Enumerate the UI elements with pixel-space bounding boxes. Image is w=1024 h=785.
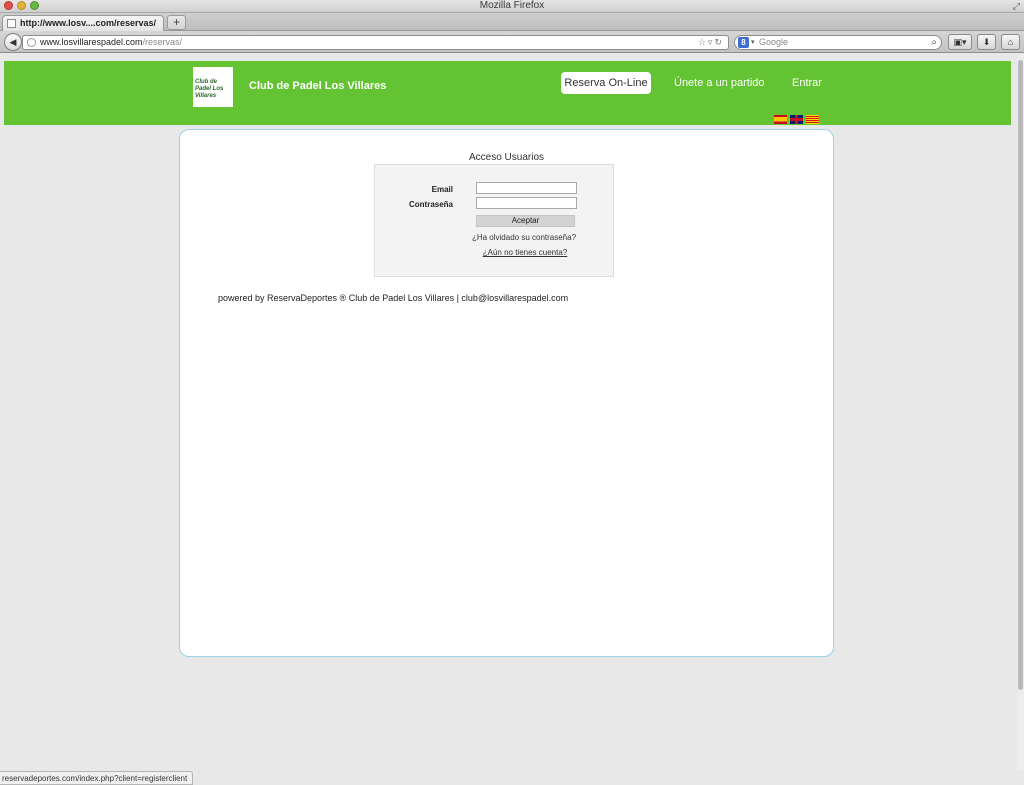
- password-field[interactable]: [476, 197, 577, 209]
- reload-icon[interactable]: ↻: [714, 37, 724, 47]
- register-link[interactable]: ¿Aún no tienes cuenta?: [375, 248, 613, 257]
- email-label: Email: [431, 185, 453, 194]
- nav-reserva-online[interactable]: Reserva On-Line: [561, 72, 651, 94]
- login-form: Email Contraseña Aceptar ¿Ha olvidado su…: [374, 164, 614, 277]
- accept-button[interactable]: Aceptar: [476, 215, 575, 227]
- window-title: Mozilla Firefox: [479, 0, 545, 11]
- new-tab-button[interactable]: +: [167, 15, 186, 30]
- home-button[interactable]: ⌂: [1001, 34, 1020, 50]
- site-name[interactable]: Club de Padel Los Villares: [249, 80, 386, 92]
- search-icon[interactable]: ⌕: [931, 36, 937, 49]
- nav-join-match[interactable]: Únete a un partido: [674, 76, 765, 90]
- bookmark-star-icon[interactable]: ☆: [698, 37, 708, 47]
- page-viewport: Club de Padel Los Villares Club de Padel…: [0, 54, 1017, 771]
- downloads-button[interactable]: ⬇: [977, 34, 996, 50]
- browser-tab[interactable]: http://www.losv....com/reservas/: [2, 15, 164, 31]
- google-engine-icon[interactable]: 8: [738, 37, 749, 48]
- scroll-thumb[interactable]: [1018, 60, 1023, 690]
- english-flag-icon[interactable]: [790, 115, 803, 124]
- login-title: Acceso Usuarios: [468, 152, 545, 163]
- nav-login[interactable]: Entrar: [792, 76, 822, 90]
- footer-text: powered by ReservaDeportes ® Club de Pad…: [218, 293, 569, 303]
- vertical-scrollbar[interactable]: [1017, 54, 1024, 771]
- navigation-toolbar: ◀ www.losvillarespadel.com/reservas/ ☆▿↻…: [0, 31, 1024, 53]
- tab-view-button[interactable]: ▣▾: [948, 34, 972, 50]
- bottom-strip: [193, 771, 1024, 785]
- url-text[interactable]: www.losvillarespadel.com/reservas/: [40, 36, 182, 49]
- home-icon: ⌂: [1007, 37, 1014, 47]
- engine-dropdown-icon[interactable]: ▾: [751, 36, 755, 49]
- url-bar[interactable]: www.losvillarespadel.com/reservas/ ☆▿↻: [22, 35, 729, 50]
- spanish-flag-icon[interactable]: [774, 115, 787, 124]
- catalan-flag-icon[interactable]: [806, 115, 819, 124]
- tab-view-icon: ▣▾: [953, 37, 967, 47]
- url-domain: www.losvillarespadel.com: [40, 37, 143, 47]
- content-card: Acceso Usuarios Email Contraseña Aceptar…: [179, 129, 834, 657]
- status-bar: reservadeportes.com/index.php?client=reg…: [0, 771, 193, 785]
- status-url: reservadeportes.com/index.php?client=reg…: [2, 774, 188, 783]
- forgot-password-link[interactable]: ¿Ha olvidado su contraseña?: [375, 233, 613, 242]
- globe-icon: [27, 38, 36, 47]
- logo-text: Club de Padel Los Villares: [195, 79, 224, 99]
- tab-label: http://www.losv....com/reservas/: [20, 18, 157, 28]
- club-logo[interactable]: Club de Padel Los Villares: [193, 67, 233, 107]
- back-button[interactable]: ◀: [4, 33, 22, 51]
- url-actions: ☆▿↻: [698, 36, 724, 49]
- search-bar[interactable]: 8 ▾ Google ⌕: [734, 35, 942, 50]
- email-field[interactable]: [476, 182, 577, 194]
- window-titlebar: Mozilla Firefox ⤢: [0, 0, 1024, 13]
- page-icon: [7, 19, 16, 28]
- site-header: Club de Padel Los Villares Club de Padel…: [4, 61, 1011, 125]
- url-path: /reservas/: [142, 37, 183, 47]
- download-arrow-icon: ⬇: [982, 37, 991, 47]
- password-label: Contraseña: [408, 200, 453, 209]
- fullscreen-icon[interactable]: ⤢: [1013, 1, 1020, 11]
- search-input[interactable]: Google: [759, 36, 788, 49]
- tab-bar: http://www.losv....com/reservas/ +: [0, 13, 1024, 31]
